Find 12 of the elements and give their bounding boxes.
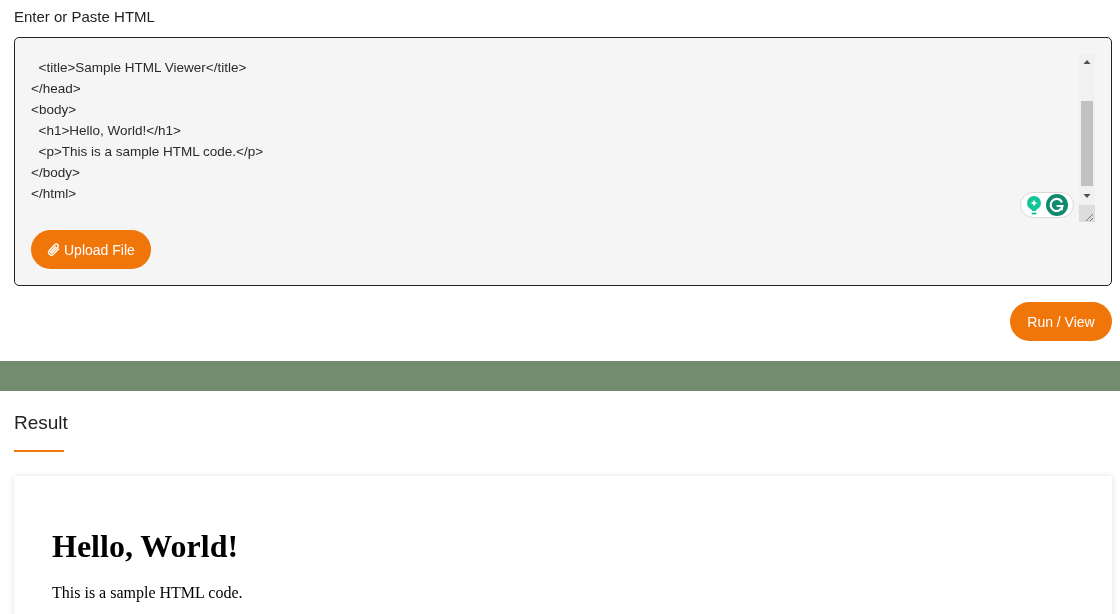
lightbulb-icon — [1026, 195, 1042, 215]
assistant-badge[interactable] — [1020, 192, 1074, 218]
upload-file-button[interactable]: Upload File — [31, 230, 151, 269]
run-view-button[interactable]: Run / View — [1010, 302, 1112, 341]
code-text: <title>Sample HTML Viewer</title> </head> <body> <h1>Hello, World!</h1> <p>This is a sample HTML code.</p> </body> </html> — [31, 59, 265, 203]
result-title: Result — [14, 411, 68, 435]
code-input[interactable]: <title>Sample HTML Viewer</title> </head> <body> <h1>Hello, World!</h1> <p>This is a sample HTML code.</p> </body> </html> — [31, 54, 1095, 222]
paperclip-icon — [47, 242, 61, 257]
editor-label: Enter or Paste HTML — [14, 8, 155, 26]
preview-paragraph: This is a sample HTML code. — [52, 584, 243, 602]
preview-heading: Hello, World! — [52, 528, 239, 565]
resize-grip-icon[interactable] — [1079, 205, 1095, 222]
